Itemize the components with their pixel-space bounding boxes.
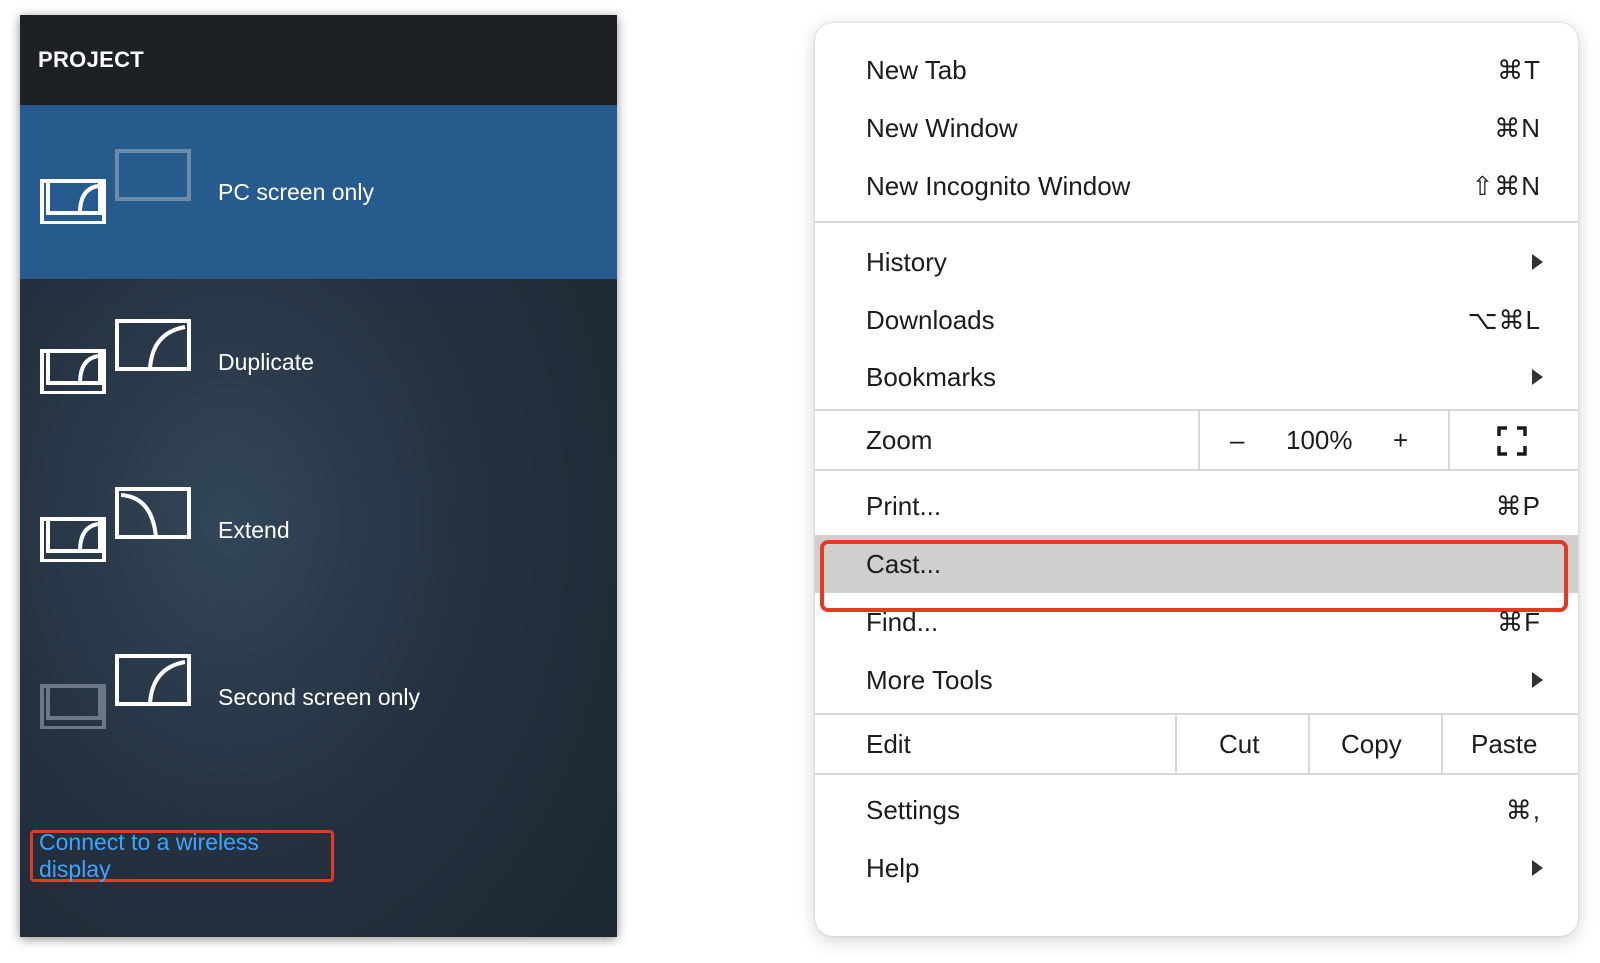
zoom-out-button[interactable]: – <box>1230 425 1244 456</box>
project-panel: PROJECT PC screen only Duplicate Extend … <box>20 15 617 937</box>
option-pc-screen-only[interactable]: PC screen only <box>20 105 617 279</box>
option-extend[interactable]: Extend <box>20 453 617 627</box>
zoom-divider <box>1198 411 1200 471</box>
menu-item-print[interactable]: Print... ⌘P <box>815 477 1578 535</box>
menu-item-shortcut: ⌘N <box>1494 112 1541 143</box>
menu-item-label: New Window <box>866 112 1018 143</box>
menu-item-more-tools[interactable]: More Tools <box>815 651 1578 709</box>
option-second-screen-only[interactable]: Second screen only <box>20 627 617 801</box>
option-label: Duplicate <box>218 349 314 375</box>
option-duplicate[interactable]: Duplicate <box>20 279 617 453</box>
submenu-arrow-icon <box>1532 369 1543 385</box>
connect-wireless-display-link[interactable]: Connect to a wireless display <box>30 829 334 882</box>
menu-item-new-window[interactable]: New Window ⌘N <box>815 99 1578 157</box>
menu-item-label: Find... <box>866 606 939 637</box>
option-label: Extend <box>218 517 290 543</box>
zoom-level: 100% <box>1286 425 1353 455</box>
menu-item-shortcut: ⌘, <box>1505 794 1541 825</box>
menu-separator <box>815 221 1578 223</box>
menu-item-history[interactable]: History <box>815 233 1578 291</box>
menu-item-label: Bookmarks <box>866 361 997 392</box>
menu-item-bookmarks[interactable]: Bookmarks <box>815 348 1578 406</box>
zoom-divider <box>1448 411 1450 471</box>
menu-item-find[interactable]: Find... ⌘F <box>815 593 1578 651</box>
project-title: PROJECT <box>38 47 145 72</box>
paste-button[interactable]: Paste <box>1471 729 1538 760</box>
menu-item-label: Settings <box>866 794 960 825</box>
menu-item-new-incognito-window[interactable]: New Incognito Window ⇧⌘N <box>815 157 1578 215</box>
zoom-row: Zoom – 100% + <box>815 411 1578 471</box>
edit-label: Edit <box>866 729 911 759</box>
menu-item-label: History <box>866 246 947 277</box>
menu-item-new-tab[interactable]: New Tab ⌘T <box>815 41 1578 99</box>
menu-item-label: New Tab <box>866 54 967 85</box>
menu-item-shortcut: ⌘T <box>1497 54 1541 85</box>
extend-icon <box>40 487 191 562</box>
pc-screen-only-icon <box>40 149 191 224</box>
menu-item-label: Print... <box>866 490 942 521</box>
menu-item-label: Help <box>866 852 920 883</box>
edit-row: Edit Cut Copy Paste <box>815 715 1578 775</box>
menu-separator <box>815 773 1578 775</box>
edit-divider <box>1175 715 1177 775</box>
menu-item-shortcut: ⌘P <box>1495 490 1541 521</box>
submenu-arrow-icon <box>1532 860 1543 876</box>
submenu-arrow-icon <box>1532 672 1543 688</box>
fullscreen-icon[interactable] <box>1496 425 1528 457</box>
menu-item-downloads[interactable]: Downloads ⌥⌘L <box>815 291 1578 349</box>
menu-item-label: More Tools <box>866 664 993 695</box>
chrome-menu: New Tab ⌘T New Window ⌘N New Incognito W… <box>815 23 1578 936</box>
cut-button[interactable]: Cut <box>1219 729 1259 760</box>
submenu-arrow-icon <box>1532 254 1543 270</box>
second-screen-only-icon <box>40 654 191 729</box>
menu-item-settings[interactable]: Settings ⌘, <box>815 781 1578 839</box>
edit-divider <box>1308 715 1310 775</box>
menu-item-shortcut: ⌥⌘L <box>1467 304 1541 335</box>
project-header: PROJECT <box>20 15 617 105</box>
duplicate-icon <box>40 319 191 394</box>
edit-divider <box>1441 715 1443 775</box>
menu-item-shortcut: ⇧⌘N <box>1471 170 1541 201</box>
copy-button[interactable]: Copy <box>1341 729 1402 760</box>
menu-item-label: New Incognito Window <box>866 170 1131 201</box>
zoom-label: Zoom <box>866 425 933 455</box>
menu-item-help[interactable]: Help <box>815 839 1578 897</box>
menu-item-shortcut: ⌘F <box>1497 606 1541 637</box>
zoom-in-button[interactable]: + <box>1393 425 1408 456</box>
menu-item-label: Downloads <box>866 304 995 335</box>
option-label: PC screen only <box>218 179 374 205</box>
menu-separator <box>815 469 1578 471</box>
wireless-link-label: Connect to a wireless display <box>39 829 259 882</box>
option-label: Second screen only <box>218 684 421 710</box>
